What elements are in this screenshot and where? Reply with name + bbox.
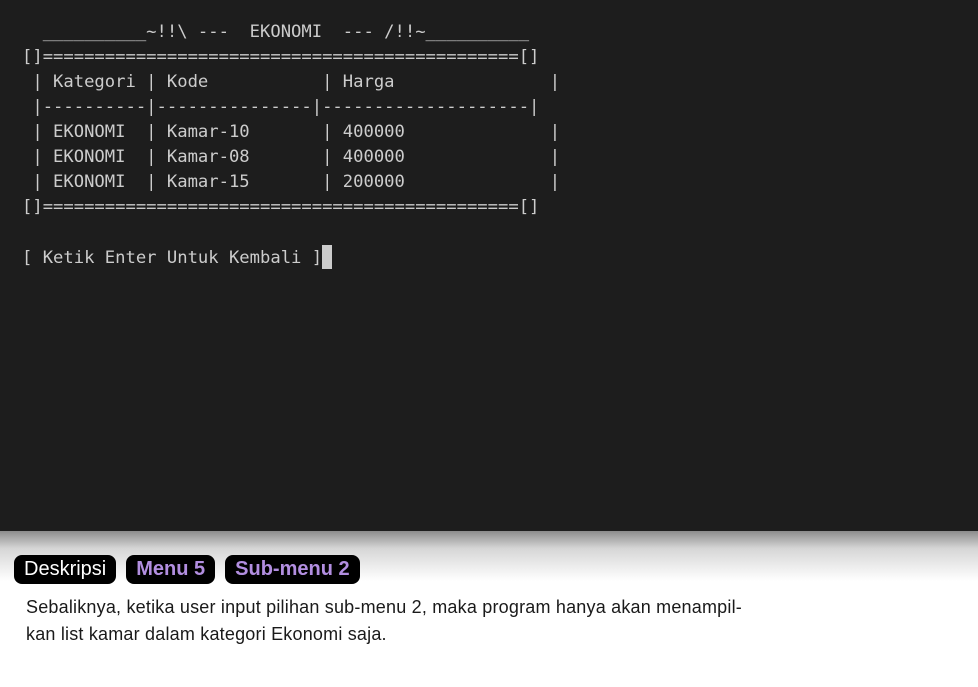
terminal-window: __________~!!\ --- EKONOMI --- /!!~_____…: [0, 0, 978, 531]
caption-tags: Deskripsi Menu 5 Sub-menu 2: [14, 555, 360, 584]
description-line: kan list kamar dalam kategori Ekonomi sa…: [26, 624, 387, 644]
tag-submenu: Sub-menu 2: [225, 555, 360, 584]
caption-description: Sebaliknya, ketika user input pilihan su…: [26, 594, 956, 648]
table-border-bottom: []======================================…: [22, 197, 540, 217]
text-cursor: [322, 245, 333, 269]
tag-menu: Menu 5: [126, 555, 216, 584]
table-row: | EKONOMI | Kamar-10 | 400000 |: [22, 122, 561, 142]
table-row: | EKONOMI | Kamar-08 | 400000 |: [22, 147, 561, 167]
terminal-header-line: __________~!!\ --- EKONOMI --- /!!~_____…: [22, 22, 530, 42]
table-separator: |----------|---------------|------------…: [22, 97, 540, 117]
description-line: Sebaliknya, ketika user input pilihan su…: [26, 597, 742, 617]
tag-deskripsi: Deskripsi: [14, 555, 117, 584]
table-border-top: []======================================…: [22, 47, 540, 67]
return-prompt: [ Ketik Enter Untuk Kembali ]: [22, 248, 323, 268]
terminal-prompt-line[interactable]: [ Ketik Enter Untuk Kembali ]: [22, 245, 978, 270]
table-row: | EKONOMI | Kamar-15 | 200000 |: [22, 172, 561, 192]
table-header-row: | Kategori | Kode | Harga |: [22, 72, 561, 92]
